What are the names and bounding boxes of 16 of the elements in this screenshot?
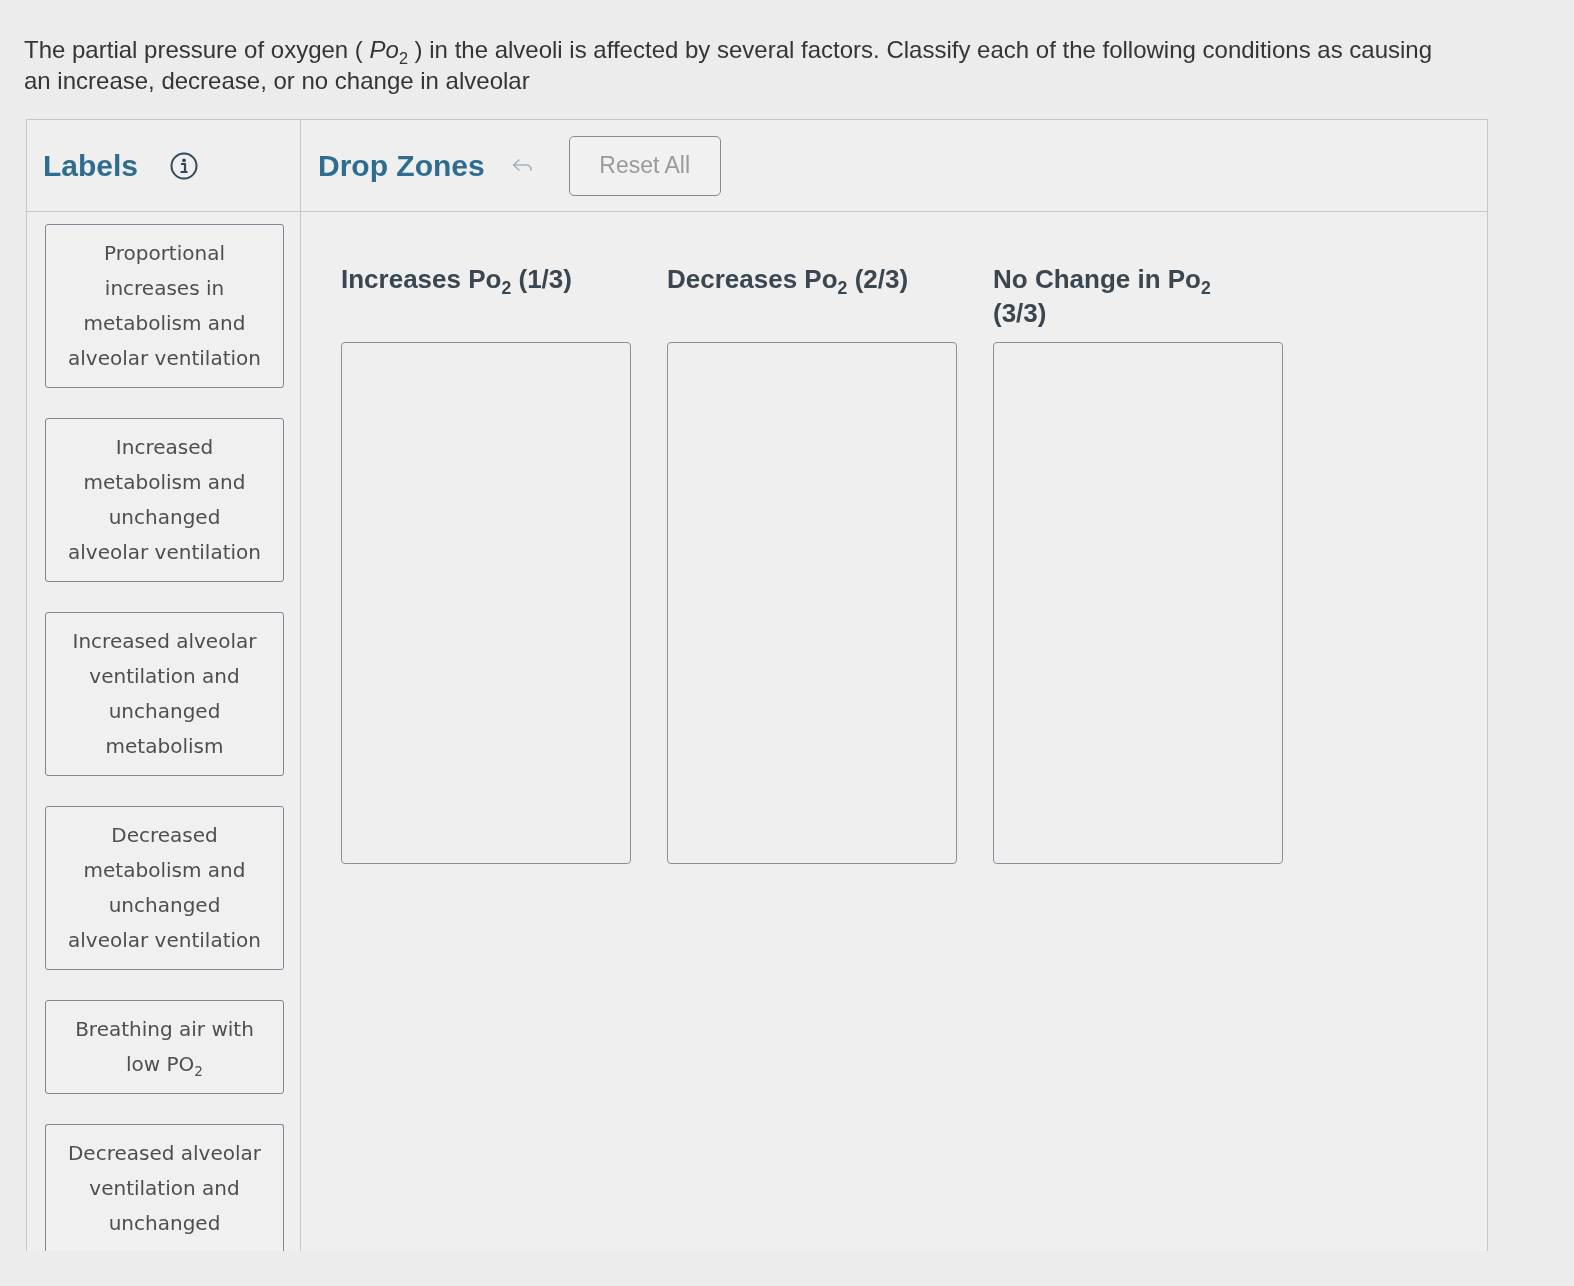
drop-zone-heading: No Change in Po$_{2}$ (3/3) — [993, 263, 1212, 330]
label-card[interactable]: Decreased alveolar ventilation and unchanged — [45, 1124, 284, 1251]
label-card[interactable]: Increased alveolar ventilation and unchanged metabolism — [45, 612, 284, 776]
label-card[interactable]: Proportional increases in metabolism and alveolar ventilation — [45, 224, 284, 388]
label-card[interactable]: Breathing air with low PO$_{2}$ — [45, 1000, 284, 1094]
info-icon[interactable] — [170, 151, 199, 180]
drop-zone-heading: Increases Po$_{2}$ (1/3) — [341, 263, 573, 296]
label-card[interactable]: Increased metabolism and unchanged alveolar ventilation — [45, 418, 284, 582]
labels-title: Labels — [43, 148, 139, 183]
drop-zone[interactable] — [667, 342, 957, 864]
drop-zone[interactable] — [993, 342, 1283, 864]
question-text: The partial pressure of oxygen ( Po$_{2}$ ) in the alveoli is affected by several factors. Classify each of the following conditions as causing an increase, decrease, or no change in alveolar — [24, 35, 1434, 96]
label-card[interactable]: Decreased metabolism and unchanged alveolar ventilation — [45, 806, 284, 970]
drop-zone-heading: Decreases Po$_{2}$ (2/3) — [667, 263, 910, 296]
drop-zones-title: Drop Zones — [318, 148, 485, 183]
drop-zone[interactable] — [341, 342, 631, 864]
